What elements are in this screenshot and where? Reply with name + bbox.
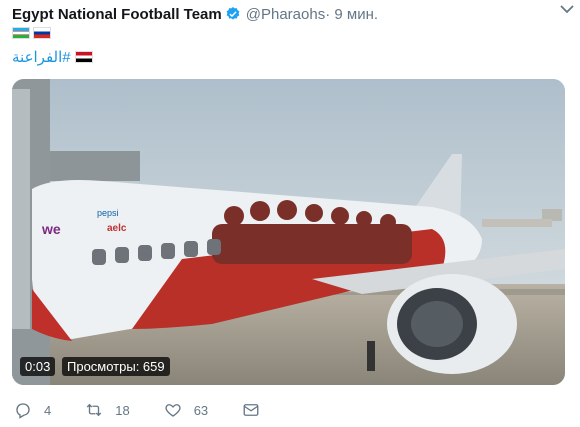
video-duration: 0:03 [20, 357, 56, 376]
tweet-timestamp[interactable]: · 9 мин. [325, 6, 378, 23]
svg-text:aelc: aelc [107, 223, 127, 234]
tweet-action-bar: 4 18 63 [14, 398, 554, 422]
direct-message-button[interactable] [242, 401, 260, 419]
video-view-count: Просмотры: 659 [62, 357, 170, 376]
flag-egypt-icon [74, 51, 93, 63]
tweet-header: Egypt National Football Team @Pharaohs ·… [12, 4, 568, 24]
svg-text:pepsi: pepsi [97, 208, 119, 218]
heart-icon [165, 404, 181, 417]
retweet-count: 18 [115, 402, 130, 418]
chevron-down-icon[interactable] [560, 4, 574, 14]
reply-icon [16, 403, 30, 419]
retweet-icon [87, 403, 102, 417]
video-frame: we pepsi aelc [12, 79, 565, 385]
envelope-icon [243, 404, 259, 416]
flag-uzbekistan-icon [12, 27, 30, 39]
video-player[interactable]: we pepsi aelc 0:03 Просмотры: 659 [12, 79, 565, 385]
retweet-button[interactable]: 18 [85, 401, 130, 419]
reply-count: 4 [44, 402, 52, 418]
author-handle[interactable]: @Pharaohs [246, 6, 325, 23]
tweet-text: #الفراعنة [12, 48, 93, 66]
flag-emoji-row [12, 27, 51, 41]
verified-badge-icon [226, 7, 240, 20]
svg-text:we: we [41, 221, 61, 237]
flag-russia-icon [33, 27, 51, 39]
like-count: 63 [193, 402, 209, 418]
author-name[interactable]: Egypt National Football Team [12, 6, 222, 23]
like-button[interactable]: 63 [164, 401, 208, 419]
reply-button[interactable]: 4 [14, 401, 51, 419]
hashtag-link[interactable]: #الفراعنة [12, 48, 71, 66]
